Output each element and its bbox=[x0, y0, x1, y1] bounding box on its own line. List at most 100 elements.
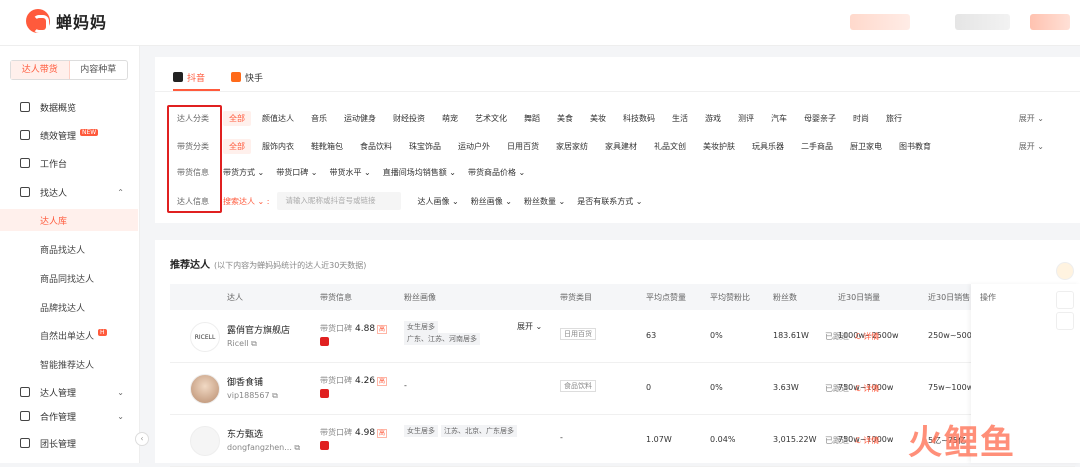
tab-kuaishou-label: 快手 bbox=[245, 73, 264, 84]
filter-chip[interactable]: 美妆 bbox=[584, 111, 612, 126]
filter-chip[interactable]: 游戏 bbox=[699, 111, 727, 126]
daren-name: 露俏官方旗舰店 bbox=[227, 326, 291, 336]
table-row[interactable]: 御香食铺 vip188567 ⧉ 带货口碑 4.26 高 - 食品饮料 0 0% 3.63W 750… bbox=[170, 363, 1075, 415]
expand-toggle[interactable]: 展开 ⌄ bbox=[1019, 141, 1044, 152]
filter-chip[interactable]: 科技数码 bbox=[617, 111, 661, 126]
sidebar-item-label: 自然出单达人 bbox=[40, 331, 95, 342]
sidebar-item-3[interactable]: 找达人 ⌃ bbox=[0, 181, 138, 203]
filter-dropdown[interactable]: 粉丝数量 ⌄ bbox=[524, 196, 565, 207]
leader-icon bbox=[20, 438, 30, 448]
filter-chip[interactable]: 全部 bbox=[223, 110, 251, 126]
filter-chip[interactable]: 日用百货 bbox=[501, 139, 545, 154]
filter-chip[interactable]: 食品饮料 bbox=[354, 139, 398, 154]
filter-chip[interactable]: 母婴亲子 bbox=[798, 111, 842, 126]
filter-chip[interactable]: 家具建材 bbox=[599, 139, 643, 154]
filter-chip[interactable]: 图书教育 bbox=[893, 139, 937, 154]
daren-info[interactable]: 御香食铺 vip188567 ⧉ bbox=[227, 375, 278, 401]
expand-toggle[interactable]: 展开 ⌄ bbox=[1019, 113, 1044, 124]
sidebar-item-6[interactable]: 商品同找达人 bbox=[0, 267, 138, 289]
detail-link[interactable]: ℒ 详情 bbox=[855, 384, 879, 393]
avatar[interactable]: RICELL bbox=[190, 322, 220, 352]
search-input[interactable]: 请输入昵称或抖音号或链接 bbox=[277, 192, 402, 210]
koubei-score: 4.98 bbox=[355, 428, 376, 438]
filter-chip[interactable]: 测评 bbox=[732, 111, 760, 126]
filter-chip[interactable]: 全部 bbox=[223, 138, 251, 154]
sidebar-item-1[interactable]: 绩效管理 NEW bbox=[0, 124, 138, 146]
category: 食品饮料 bbox=[560, 380, 596, 392]
filter-chip[interactable]: 珠宝饰品 bbox=[403, 139, 447, 154]
notes-float-icon[interactable] bbox=[1056, 312, 1074, 330]
filter-chip[interactable]: 鞋靴箱包 bbox=[305, 139, 349, 154]
fans-count: 3.63W bbox=[773, 383, 799, 392]
expand-toggle[interactable]: 展开 ⌄ bbox=[517, 321, 542, 332]
sidebar-item-9[interactable]: 智能推荐达人 bbox=[0, 353, 138, 375]
sidebar-item-5[interactable]: 商品找达人 bbox=[0, 238, 138, 260]
avatar[interactable] bbox=[190, 374, 220, 404]
filter-chip[interactable]: 运动户外 bbox=[452, 139, 496, 154]
app-logo[interactable]: 蝉妈妈 bbox=[26, 9, 107, 33]
search-scope-dropdown[interactable]: 搜索达人 ⌄ : bbox=[223, 196, 269, 207]
daren-info[interactable]: 东方甄选 dongfangzhen... ⧉ bbox=[227, 427, 300, 453]
tab-kuaishou[interactable]: 快手 bbox=[231, 67, 263, 87]
douyin-badge-icon bbox=[320, 337, 329, 346]
chevron-up-icon[interactable]: ⌃ bbox=[117, 188, 124, 197]
filter-dropdown[interactable]: 是否有联系方式 ⌄ bbox=[577, 196, 642, 207]
filter-dropdown[interactable]: 带货商品价格 ⌄ bbox=[468, 167, 525, 178]
table-row[interactable]: RICELL 露俏官方旗舰店 Ricell ⧉ 带货口碑 4.88 高 女生居多 广东、江苏、… bbox=[170, 311, 1075, 363]
filter-chip[interactable]: 礼品文创 bbox=[648, 139, 692, 154]
koubei-score: 4.26 bbox=[355, 376, 376, 386]
feedback-float-icon[interactable] bbox=[1056, 291, 1074, 309]
filter-chip[interactable]: 家居家纺 bbox=[550, 139, 594, 154]
filter-chip[interactable]: 时尚 bbox=[847, 111, 875, 126]
filter-chip[interactable]: 旅行 bbox=[880, 111, 908, 126]
filter-chip[interactable]: 颜值达人 bbox=[256, 111, 300, 126]
sidebar-item-7[interactable]: 品牌找达人 bbox=[0, 296, 138, 318]
sidebar-item-10[interactable]: 达人管理 ⌄ bbox=[0, 381, 138, 403]
sidebar-item-4[interactable]: 达人库 bbox=[0, 209, 138, 231]
mode-tab-daren[interactable]: 达人带货 bbox=[11, 61, 70, 79]
chevron-down-icon[interactable]: ⌄ bbox=[117, 412, 124, 421]
sidebar-item-label: 商品找达人 bbox=[40, 245, 86, 256]
filter-chip[interactable]: 玩具乐器 bbox=[746, 139, 790, 154]
table-header-cell: 操作 bbox=[980, 293, 996, 302]
filter-dropdown[interactable]: 带货口碑 ⌄ bbox=[276, 167, 317, 178]
tab-douyin[interactable]: 抖音 bbox=[173, 67, 205, 87]
table-header: 达人 带货信息 粉丝画像 带货类目 平均点赞量 平均赞粉比 粉丝数 近30日销量 近30日销售操… bbox=[170, 284, 1075, 310]
filter-chip[interactable]: 服饰内衣 bbox=[256, 139, 300, 154]
new-badge: H bbox=[98, 328, 107, 336]
filter-dropdown[interactable]: 直播间场均销售额 ⌄ bbox=[383, 167, 456, 178]
table-header-cell: 近30日销售 bbox=[928, 293, 971, 302]
sidebar-collapse-button[interactable]: ‹ bbox=[135, 432, 149, 446]
filter-chip[interactable]: 艺术文化 bbox=[469, 111, 513, 126]
filter-chip[interactable]: 萌宠 bbox=[436, 111, 464, 126]
filter-dropdown[interactable]: 带货方式 ⌄ bbox=[223, 167, 264, 178]
filter-chip[interactable]: 厨卫家电 bbox=[844, 139, 888, 154]
detail-link[interactable]: ℒ 详情 bbox=[855, 436, 879, 445]
daren-info[interactable]: 露俏官方旗舰店 Ricell ⧉ bbox=[227, 323, 290, 349]
sidebar-item-2[interactable]: 工作台 bbox=[0, 152, 138, 174]
detail-link[interactable]: ℒ 详情 bbox=[855, 332, 879, 341]
assistant-float-icon[interactable] bbox=[1056, 262, 1074, 280]
avatar[interactable] bbox=[190, 426, 220, 456]
filter-chip[interactable]: 财经投资 bbox=[387, 111, 431, 126]
filter-chip[interactable]: 音乐 bbox=[305, 111, 333, 126]
mode-tab-content[interactable]: 内容种草 bbox=[70, 61, 128, 79]
filter-dropdown[interactable]: 粉丝画像 ⌄ bbox=[471, 196, 512, 207]
filter-chip[interactable]: 生活 bbox=[666, 111, 694, 126]
filter-chip[interactable]: 舞蹈 bbox=[518, 111, 546, 126]
sidebar-item-11[interactable]: 合作管理 ⌄ bbox=[0, 405, 138, 427]
table-header-cell: 粉丝画像 bbox=[404, 293, 436, 302]
sidebar-item-12[interactable]: 团长管理 bbox=[0, 432, 138, 454]
filter-chip[interactable]: 二手商品 bbox=[795, 139, 839, 154]
filter-chip[interactable]: 汽车 bbox=[765, 111, 793, 126]
filter-chip[interactable]: 美妆护肤 bbox=[697, 139, 741, 154]
sidebar-item-8[interactable]: 自然出单达人 H bbox=[0, 324, 138, 346]
filter-dropdown[interactable]: 达人画像 ⌄ bbox=[417, 196, 458, 207]
sidebar-item-label: 品牌找达人 bbox=[40, 303, 86, 314]
filter-chip[interactable]: 美食 bbox=[551, 111, 579, 126]
sidebar-item-0[interactable]: 数据概览 bbox=[0, 96, 138, 118]
filter-chip[interactable]: 运动健身 bbox=[338, 111, 382, 126]
chevron-down-icon[interactable]: ⌄ bbox=[117, 388, 124, 397]
fans-portrait: 女生居多 江苏、北京、广东居多 bbox=[404, 425, 520, 437]
filter-dropdown[interactable]: 带货水平 ⌄ bbox=[330, 167, 371, 178]
